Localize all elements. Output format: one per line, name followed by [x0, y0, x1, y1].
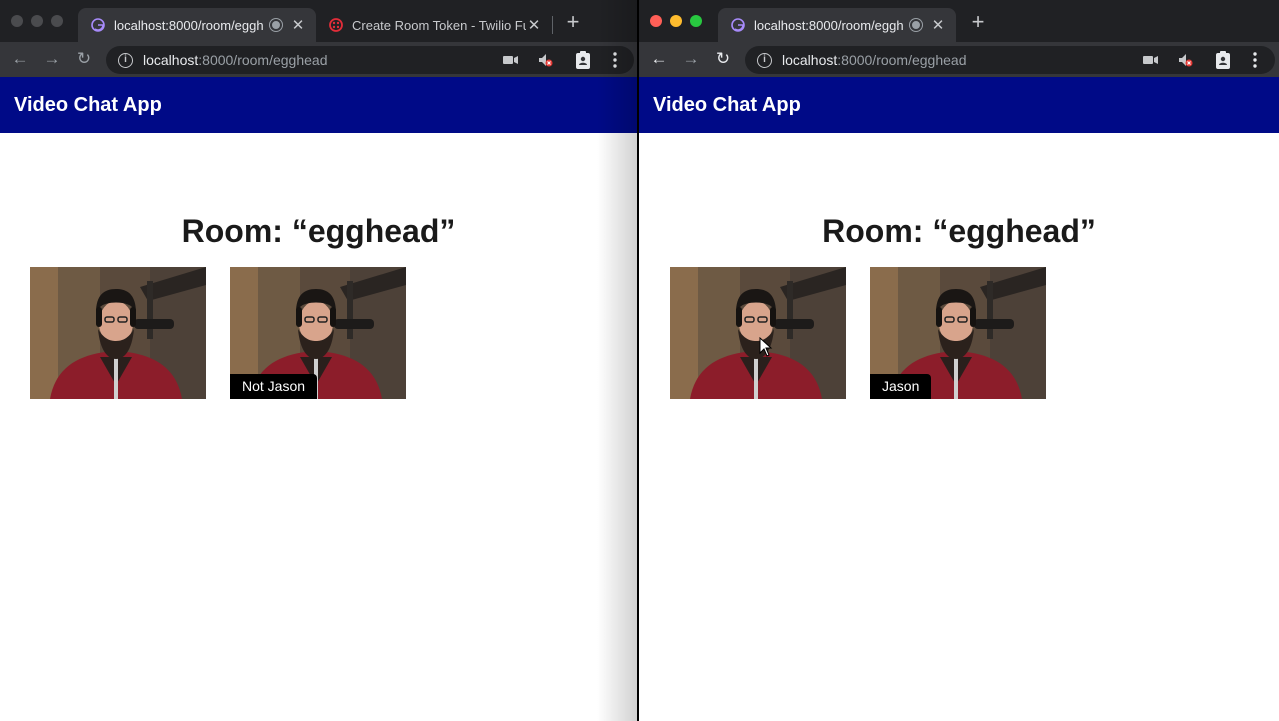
minimize-window-button[interactable]	[31, 15, 43, 27]
browser-window-right: localhost:8000/room/eggh ✕ + ← → ↻ i loc…	[639, 0, 1279, 721]
twilio-favicon-icon	[328, 17, 344, 33]
tab-title: localhost:8000/room/eggh	[114, 17, 264, 33]
app-title: Video Chat App	[14, 93, 162, 116]
muted-speaker-icon[interactable]	[536, 51, 554, 69]
url-text: localhost:8000/room/egghead	[143, 52, 328, 68]
menu-icon[interactable]	[1246, 51, 1264, 69]
window-controls	[650, 15, 702, 27]
browser-window-left: localhost:8000/room/eggh ✕ Create Room T…	[0, 0, 637, 721]
tab-title: Create Room Token - Twilio Fu	[352, 17, 526, 33]
tab-create-room-token[interactable]: Create Room Token - Twilio Fu ✕	[316, 8, 552, 42]
app-header: Video Chat App	[0, 77, 637, 133]
close-icon[interactable]: ✕	[930, 16, 946, 34]
maximize-window-button[interactable]	[51, 15, 63, 27]
back-icon[interactable]: ←	[10, 50, 30, 70]
page-content: Video Chat App Room: “egghead” Jason	[639, 77, 1279, 721]
browser-toolbar: ← → ↻ i localhost:8000/room/egghead	[0, 42, 637, 77]
tab-strip: localhost:8000/room/eggh ✕ +	[639, 0, 1279, 42]
address-bar[interactable]: i localhost:8000/room/egghead	[745, 46, 1275, 74]
minimize-window-button[interactable]	[670, 15, 682, 27]
remote-video: Jason	[870, 267, 1046, 399]
local-video	[30, 267, 206, 399]
recording-icon	[910, 19, 922, 31]
participant-name-label: Jason	[870, 374, 932, 399]
camera-icon[interactable]	[502, 51, 520, 69]
new-tab-icon[interactable]: +	[563, 11, 583, 33]
close-icon[interactable]: ✕	[290, 16, 306, 34]
reload-icon[interactable]: ↻	[74, 50, 94, 70]
local-video	[670, 267, 846, 399]
muted-speaker-icon[interactable]	[1176, 51, 1194, 69]
new-tab-icon[interactable]: +	[968, 11, 988, 33]
maximize-window-button[interactable]	[690, 15, 702, 27]
recording-icon	[270, 19, 282, 31]
gatsby-favicon-icon	[730, 17, 746, 33]
close-window-button[interactable]	[650, 15, 662, 27]
tab-localhost-room[interactable]: localhost:8000/room/eggh ✕	[718, 8, 956, 42]
forward-icon[interactable]: →	[681, 50, 701, 70]
forward-icon[interactable]: →	[42, 50, 62, 70]
page-content: Video Chat App Room: “egghead” Not Jason	[0, 77, 637, 721]
mouse-cursor-icon	[759, 337, 773, 357]
tab-divider	[552, 16, 553, 34]
back-icon[interactable]: ←	[649, 50, 669, 70]
participant-name-label: Not Jason	[230, 374, 318, 399]
tab-title: localhost:8000/room/eggh	[754, 17, 904, 33]
url-text: localhost:8000/room/egghead	[782, 52, 967, 68]
remote-video: Not Jason	[230, 267, 406, 399]
menu-icon[interactable]	[606, 51, 624, 69]
close-window-button[interactable]	[11, 15, 23, 27]
extension-icon[interactable]	[574, 51, 592, 69]
camera-icon[interactable]	[1142, 51, 1160, 69]
gatsby-favicon-icon	[90, 17, 106, 33]
window-controls	[11, 15, 63, 27]
browser-toolbar: ← → ↻ i localhost:8000/room/egghead	[639, 42, 1279, 77]
room-title: Room: “egghead”	[181, 213, 456, 249]
app-title: Video Chat App	[653, 93, 801, 116]
room-title: Room: “egghead”	[822, 213, 1096, 249]
app-header: Video Chat App	[639, 77, 1279, 133]
info-icon[interactable]: i	[757, 52, 772, 68]
tab-localhost-room[interactable]: localhost:8000/room/eggh ✕	[78, 8, 316, 42]
tab-strip: localhost:8000/room/eggh ✕ Create Room T…	[0, 0, 637, 42]
reload-icon[interactable]: ↻	[713, 50, 733, 70]
close-icon[interactable]: ✕	[526, 16, 542, 34]
address-bar[interactable]: i localhost:8000/room/egghead	[106, 46, 634, 74]
info-icon[interactable]: i	[118, 52, 133, 68]
extension-icon[interactable]	[1214, 51, 1232, 69]
